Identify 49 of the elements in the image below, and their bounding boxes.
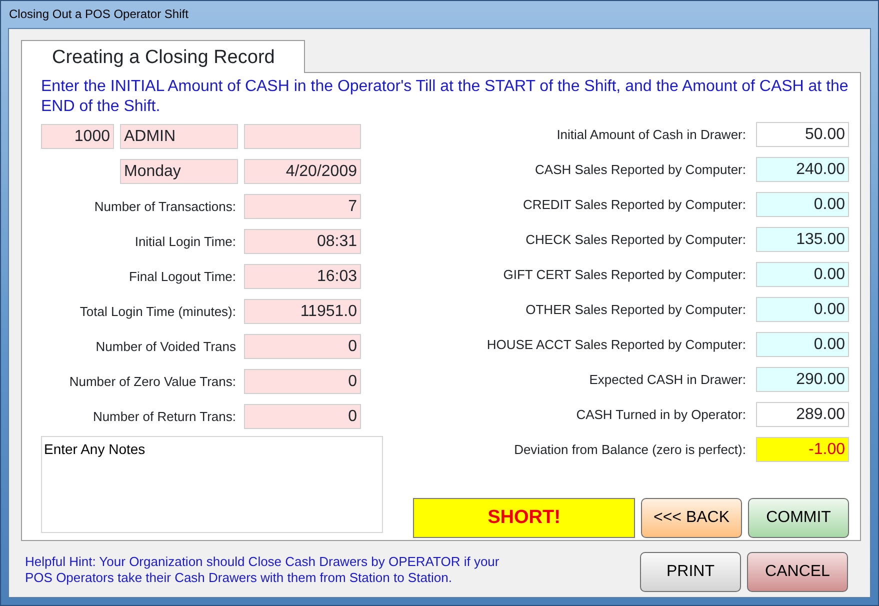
field-label: Initial Amount of Cash in Drawer: bbox=[556, 126, 746, 144]
field-label: Number of Zero Value Trans: bbox=[68, 372, 236, 391]
field-label: Initial Login Time: bbox=[134, 232, 236, 251]
input-field[interactable]: ADMIN bbox=[120, 124, 238, 149]
input-field[interactable]: 08:31 bbox=[244, 229, 361, 254]
input-field[interactable]: 0.00 bbox=[756, 192, 849, 217]
back-button[interactable]: <<< BACK bbox=[641, 498, 742, 538]
input-field[interactable]: 0.00 bbox=[756, 297, 849, 322]
field-label: GIFT CERT Sales Reported by Computer: bbox=[502, 266, 746, 284]
field-label: Number of Transactions: bbox=[93, 198, 236, 216]
field-label: Expected CASH in Drawer: bbox=[588, 370, 746, 389]
input-field[interactable]: 16:03 bbox=[244, 264, 361, 289]
input-field[interactable]: 0 bbox=[244, 334, 361, 359]
field-label: Final Logout Time: bbox=[128, 268, 236, 286]
field-label: Number of Return Trans: bbox=[92, 408, 236, 426]
input-field[interactable]: 240.00 bbox=[756, 157, 849, 182]
field-label: CHECK Sales Reported by Computer: bbox=[524, 230, 746, 249]
field-label: Deviation from Balance (zero is perfect): bbox=[513, 440, 746, 459]
input-field[interactable]: Monday bbox=[120, 159, 238, 184]
field-label: HOUSE ACCT Sales Reported by Computer: bbox=[486, 336, 746, 354]
instruction-text: Enter the INITIAL Amount of CASH in the Operator's Till at the START of the Shift, and the Amount of CASH at the END of the Shift. bbox=[41, 77, 850, 117]
input-field[interactable]: 135.00 bbox=[756, 227, 849, 252]
notes-field[interactable]: Enter Any Notes bbox=[41, 436, 383, 533]
field-label: Total Login Time (minutes): bbox=[78, 302, 236, 321]
input-field[interactable] bbox=[244, 124, 361, 149]
input-field[interactable]: 4/20/2009 bbox=[244, 159, 361, 184]
cancel-button[interactable]: CANCEL bbox=[747, 552, 848, 592]
input-field[interactable]: 1000 bbox=[41, 124, 114, 149]
field-label: CREDIT Sales Reported by Computer: bbox=[522, 196, 746, 214]
input-field[interactable]: 0.00 bbox=[756, 332, 849, 357]
input-field[interactable]: 0 bbox=[244, 369, 361, 394]
tab[interactable]: Creating a Closing Record bbox=[21, 40, 305, 73]
input-field[interactable]: 290.00 bbox=[756, 367, 849, 392]
field-label: OTHER Sales Reported by Computer: bbox=[524, 300, 746, 319]
window-title: Closing Out a POS Operator Shift bbox=[8, 6, 190, 23]
hint-text: Helpful Hint: Your Organization should Close Cash Drawers by OPERATOR if your POS Operators take their Cash Drawers with them from Station to Station. bbox=[25, 554, 500, 586]
input-field[interactable]: 50.00 bbox=[756, 122, 849, 147]
input-field[interactable]: -1.00 bbox=[756, 437, 849, 462]
field-label: Number of Voided Trans bbox=[94, 338, 236, 356]
field-label: CASH Turned in by Operator: bbox=[575, 406, 746, 424]
input-field[interactable]: 289.00 bbox=[756, 402, 849, 427]
input-field[interactable]: 0.00 bbox=[756, 262, 849, 287]
input-field[interactable]: 0 bbox=[244, 404, 361, 429]
input-field[interactable]: 7 bbox=[244, 194, 361, 219]
input-field[interactable]: 11951.0 bbox=[244, 299, 361, 324]
status-banner: SHORT! bbox=[413, 498, 635, 538]
commit-button[interactable]: COMMIT bbox=[748, 498, 849, 538]
field-label: CASH Sales Reported by Computer: bbox=[534, 160, 746, 179]
print-button[interactable]: PRINT bbox=[640, 552, 741, 592]
